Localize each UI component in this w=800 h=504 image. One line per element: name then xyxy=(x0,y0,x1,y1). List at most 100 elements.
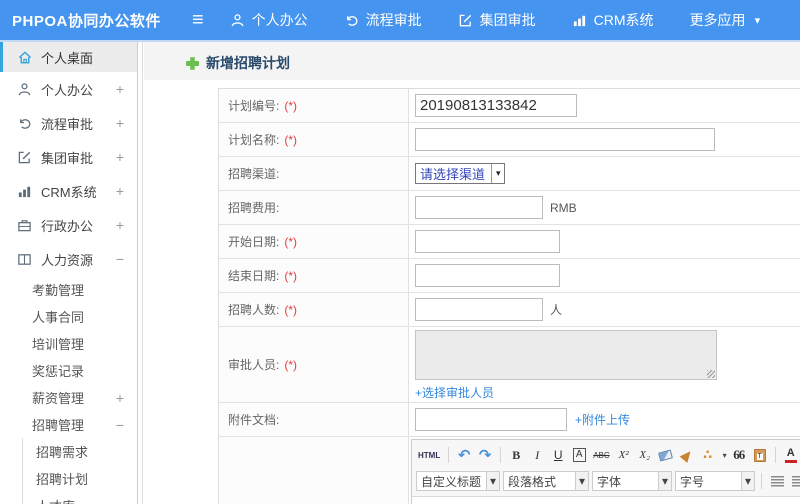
attachment-input[interactable] xyxy=(415,408,567,431)
field-label: 招聘费用: xyxy=(219,191,409,224)
custom-title-select[interactable]: 自定义标题 ▾ xyxy=(416,471,500,491)
plan-number-input[interactable] xyxy=(415,94,577,117)
field-label: 计划名称: (*) xyxy=(219,123,409,156)
sidebar-item-label: 考勤管理 xyxy=(32,283,85,298)
caret-down-icon[interactable]: ▾ xyxy=(723,451,727,460)
superscript-icon[interactable]: X² xyxy=(615,445,633,465)
paste-icon[interactable]: T xyxy=(753,448,766,462)
expand-icon[interactable]: + xyxy=(116,81,124,97)
user-icon xyxy=(16,81,33,97)
form-row-plan-number: 计划编号: (*) xyxy=(219,89,800,123)
sidebar-item-human-resources[interactable]: 人力资源 − xyxy=(0,242,137,276)
font-color-letter: A xyxy=(786,446,795,459)
workflow-icon xyxy=(16,115,33,131)
attachment-upload-link[interactable]: +附件上传 xyxy=(575,411,630,428)
currency-suffix: RMB xyxy=(550,200,577,215)
sidebar: 个人桌面 个人办公 + 流程审批 + 集团审批 + CRM系统 + 行政办公 +… xyxy=(0,42,138,504)
plan-name-input[interactable] xyxy=(415,128,715,151)
font-size-select[interactable]: 字号 ▾ xyxy=(675,471,755,491)
sidebar-item-label: 人力资源 xyxy=(41,252,94,268)
sidebar-item-salary-mgmt[interactable]: 薪资管理 + xyxy=(0,384,137,411)
remove-format-icon[interactable] xyxy=(658,448,674,462)
approver-textarea[interactable] xyxy=(415,330,717,380)
divider xyxy=(500,447,502,463)
expand-icon[interactable]: + xyxy=(116,149,124,165)
caret-down-icon: ▾ xyxy=(657,472,671,490)
subscript-icon[interactable]: X₂ xyxy=(636,445,654,465)
html-source-button[interactable]: HTML xyxy=(416,445,442,465)
main-content: 新增招聘计划 计划编号: (*) 计划名称: (*) 招聘渠道: xyxy=(144,42,800,504)
nav-group-approval[interactable]: 集团审批 xyxy=(458,10,536,30)
label-text: 计划名称: xyxy=(228,133,280,147)
sidebar-item-hr-contract[interactable]: 人事合同 xyxy=(0,303,137,330)
end-date-input[interactable] xyxy=(415,264,560,287)
divider xyxy=(761,473,762,489)
sidebar-item-label: 薪资管理 xyxy=(32,391,85,406)
auto-typeset-icon[interactable]: ∴ xyxy=(699,445,717,465)
nav-crm-system[interactable]: CRM系统 xyxy=(572,10,654,30)
italic-icon[interactable]: I xyxy=(528,445,546,465)
sidebar-item-personal-office[interactable]: 个人办公 + xyxy=(0,72,137,106)
nav-more-apps[interactable]: 更多应用 ▾ xyxy=(690,10,761,30)
sidebar-item-label: 招聘管理 xyxy=(32,418,85,433)
select-approver-link[interactable]: +选择审批人员 xyxy=(415,384,494,401)
headcount-input[interactable] xyxy=(415,298,543,321)
underline-icon[interactable]: U xyxy=(549,445,567,465)
expand-icon[interactable]: + xyxy=(116,217,124,233)
collapse-icon[interactable]: − xyxy=(116,417,124,433)
sidebar-item-crm-system[interactable]: CRM系统 + xyxy=(0,174,137,208)
sidebar-item-training-mgmt[interactable]: 培训管理 xyxy=(0,330,137,357)
sidebar-scrollbar[interactable] xyxy=(139,42,143,504)
book-icon xyxy=(16,251,33,267)
label-text: 招聘渠道: xyxy=(228,167,280,181)
font-border-icon[interactable]: A xyxy=(572,448,586,462)
font-color-bar xyxy=(784,459,797,463)
undo-icon[interactable]: ↶ xyxy=(455,445,473,465)
caret-down-icon: ▾ xyxy=(485,472,499,490)
form-row-channel: 招聘渠道: 请选择渠道 ▾ xyxy=(219,157,800,191)
expand-icon[interactable]: + xyxy=(116,183,124,199)
form-row-approvers: 审批人员: (*) +选择审批人员 xyxy=(219,327,800,403)
cost-input[interactable] xyxy=(415,196,543,219)
sidebar-item-talent-pool[interactable]: 人才库 xyxy=(22,492,137,504)
nav-workflow-approval[interactable]: 流程审批 xyxy=(344,10,422,30)
sidebar-item-personal-desktop[interactable]: 个人桌面 xyxy=(0,42,137,72)
hamburger-icon[interactable]: ≡ xyxy=(192,10,204,30)
redo-icon[interactable]: ↷ xyxy=(476,445,494,465)
sidebar-item-admin-office[interactable]: 行政办公 + xyxy=(0,208,137,242)
bold-icon[interactable]: B xyxy=(507,445,525,465)
expand-icon[interactable]: + xyxy=(116,115,124,131)
sidebar-item-group-approval[interactable]: 集团审批 + xyxy=(0,140,137,174)
sidebar-item-recruit-demand[interactable]: 招聘需求 xyxy=(22,438,137,465)
expand-icon[interactable]: + xyxy=(116,390,124,406)
align-left-icon[interactable] xyxy=(770,475,784,487)
sidebar-item-recruit-plan[interactable]: 招聘计划 xyxy=(22,465,137,492)
editor-content-area[interactable] xyxy=(412,497,800,504)
label-text: 开始日期: xyxy=(228,235,280,249)
workflow-icon xyxy=(344,13,359,28)
sidebar-item-label: 人事合同 xyxy=(32,310,85,325)
label-text: 附件文档: xyxy=(228,413,280,427)
sidebar-item-recruit-mgmt[interactable]: 招聘管理 − xyxy=(0,411,137,438)
nav-label: 集团审批 xyxy=(479,12,536,28)
format-brush-icon[interactable] xyxy=(679,447,695,463)
sidebar-item-attendance-mgmt[interactable]: 考勤管理 xyxy=(0,276,137,303)
start-date-input[interactable] xyxy=(415,230,560,253)
sidebar-item-workflow-approval[interactable]: 流程审批 + xyxy=(0,106,137,140)
font-color-icon[interactable]: A xyxy=(782,445,800,465)
blockquote-icon[interactable]: 66 xyxy=(730,445,748,465)
editor-toolbar-row-1: HTML ↶ ↷ B I U A ABC X² X₂ ∴ ▾ 66 T A xyxy=(416,442,800,468)
required-marker: (*) xyxy=(284,302,298,317)
sidebar-item-label: 人才库 xyxy=(36,496,75,504)
align-center-icon[interactable] xyxy=(791,475,800,487)
nav-personal-office[interactable]: 个人办公 xyxy=(230,10,308,30)
app-logo: PHPOA协同办公软件 xyxy=(12,12,161,30)
font-family-select[interactable]: 字体 ▾ xyxy=(592,471,672,491)
collapse-icon[interactable]: − xyxy=(116,251,124,267)
strikethrough-icon[interactable]: ABC xyxy=(591,445,611,465)
label-text: 招聘费用: xyxy=(228,201,280,215)
paragraph-format-select[interactable]: 段落格式 ▾ xyxy=(503,471,589,491)
channel-select[interactable]: 请选择渠道 ▾ xyxy=(415,163,505,184)
sidebar-item-reward-punishment[interactable]: 奖惩记录 xyxy=(0,357,137,384)
bar-chart-icon xyxy=(572,13,587,28)
